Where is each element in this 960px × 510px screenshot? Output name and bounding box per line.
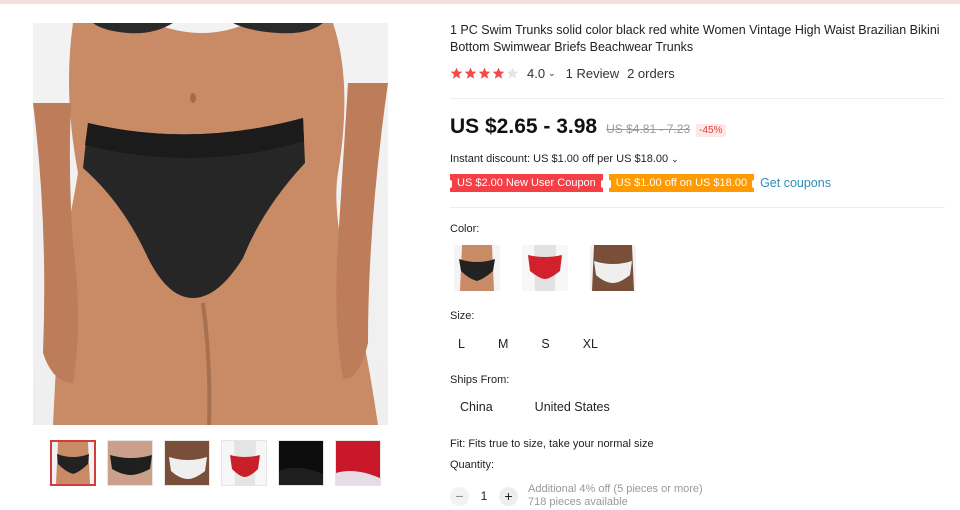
star-icon xyxy=(492,67,505,79)
thumbnail-1[interactable] xyxy=(50,440,96,486)
current-price: US $2.65 - 3.98 xyxy=(450,115,598,138)
quantity-note: Additional 4% off (5 pieces or more) 718… xyxy=(528,483,703,509)
new-user-coupon[interactable]: US $2.00 New User Coupon xyxy=(448,174,605,192)
star-icon xyxy=(464,67,477,79)
main-product-image[interactable] xyxy=(33,23,388,425)
star-empty-icon xyxy=(506,67,519,79)
instant-discount-text: Instant discount: US $1.00 off per US $1… xyxy=(450,153,669,165)
ships-from-label: Ships From: xyxy=(450,374,510,386)
instant-discount[interactable]: Instant discount: US $1.00 off per US $1… xyxy=(450,153,679,165)
size-option-l[interactable]: L xyxy=(450,335,473,353)
product-title: 1 PC Swim Trunks solid color black red w… xyxy=(450,23,940,54)
chevron-down-icon[interactable]: ⌄ xyxy=(548,68,556,79)
divider xyxy=(450,207,945,208)
store-coupon[interactable]: US $1.00 off on US $18.00 xyxy=(606,174,757,192)
thumbnail-5[interactable] xyxy=(278,440,324,486)
stock-available: 718 pieces available xyxy=(528,496,628,508)
fit-note: Fit: Fits true to size, take your normal… xyxy=(450,438,654,450)
size-option-s[interactable]: S xyxy=(533,335,557,353)
size-option-m[interactable]: M xyxy=(490,335,516,353)
quantity-stepper: − 1 + Additional 4% off (5 pieces or mor… xyxy=(450,483,703,509)
color-option-white[interactable] xyxy=(590,245,636,291)
color-option-black[interactable] xyxy=(454,245,500,291)
ships-option-china[interactable]: China xyxy=(450,398,503,416)
discount-badge: -45% xyxy=(696,124,726,137)
color-label: Color: xyxy=(450,223,480,235)
color-options xyxy=(454,245,636,291)
color-option-red[interactable] xyxy=(522,245,568,291)
size-option-xl[interactable]: XL xyxy=(575,335,606,353)
quantity-value[interactable]: 1 xyxy=(477,489,491,503)
minus-button[interactable]: − xyxy=(450,486,469,506)
chevron-down-icon: ⌄ xyxy=(671,154,679,164)
star-rating xyxy=(450,67,519,80)
size-options: L M S XL xyxy=(450,335,623,353)
thumbnail-6[interactable] xyxy=(335,440,381,486)
thumbnail-2[interactable] xyxy=(107,440,153,486)
plus-button[interactable]: + xyxy=(499,486,518,506)
rating-score: 4.0 xyxy=(527,66,546,81)
ships-from-options: China United States xyxy=(450,398,642,416)
top-bar xyxy=(0,0,960,4)
bulk-discount-note: Additional 4% off (5 pieces or more) xyxy=(528,483,703,495)
thumbnail-4[interactable] xyxy=(221,440,267,486)
star-icon xyxy=(478,67,491,79)
size-label: Size: xyxy=(450,310,475,322)
get-coupons-link[interactable]: Get coupons xyxy=(760,176,831,190)
thumbnail-3[interactable] xyxy=(164,440,210,486)
thumbnail-strip xyxy=(50,440,381,486)
price-row: US $2.65 - 3.98 US $4.81 - 7.23 -45% xyxy=(450,115,726,139)
original-price: US $4.81 - 7.23 xyxy=(606,122,691,136)
coupon-row: US $2.00 New User Coupon US $1.00 off on… xyxy=(448,174,831,192)
reviews-link[interactable]: 1 Review xyxy=(566,66,619,81)
orders-count: 2 orders xyxy=(627,66,675,81)
star-icon xyxy=(450,67,463,79)
quantity-label: Quantity: xyxy=(450,459,495,471)
ships-option-united-states[interactable]: United States xyxy=(525,398,620,416)
rating-row: 4.0 ⌄ 1 Review 2 orders xyxy=(450,66,675,81)
divider xyxy=(450,98,945,99)
